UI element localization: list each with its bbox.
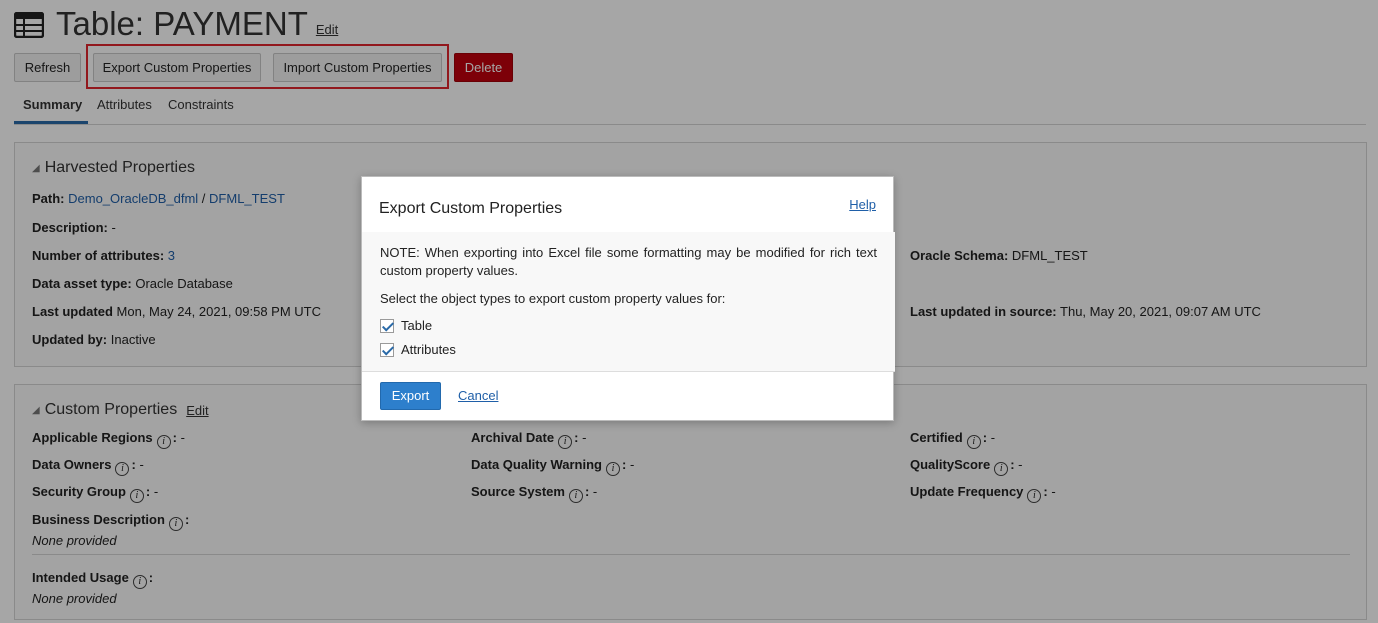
dialog-note: NOTE: When exporting into Excel file som…	[380, 245, 877, 278]
checkmark-icon[interactable]	[380, 318, 394, 333]
export-button[interactable]: Export	[380, 382, 441, 410]
dialog-help-link[interactable]: Help	[849, 197, 876, 212]
option-attributes[interactable]: Attributes	[380, 342, 456, 357]
dialog-select-label: Select the object types to export custom…	[380, 291, 726, 306]
dialog-footer-divider	[362, 371, 895, 372]
checkmark-icon[interactable]	[380, 342, 394, 357]
option-table[interactable]: Table	[380, 318, 432, 333]
cancel-link[interactable]: Cancel	[458, 388, 498, 403]
dialog-body: NOTE: When exporting into Excel file som…	[362, 232, 895, 371]
export-custom-properties-dialog: Export Custom Properties Help NOTE: When…	[361, 176, 895, 421]
dialog-title: Export Custom Properties	[379, 200, 563, 217]
